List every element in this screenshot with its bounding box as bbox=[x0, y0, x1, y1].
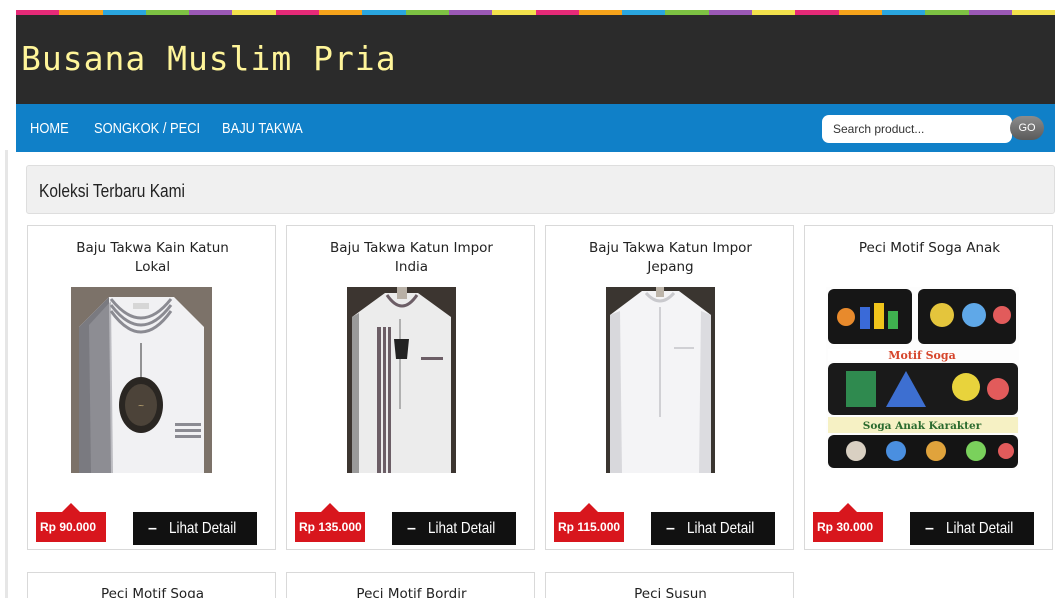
product-image-plain-koko-shirt[interactable] bbox=[606, 287, 715, 473]
lihat-detail-label: Lihat Detail bbox=[946, 520, 1014, 537]
dash-icon: – bbox=[666, 520, 675, 537]
product-name[interactable]: Baju Takwa Katun Impor India bbox=[317, 239, 506, 277]
nav-home[interactable]: HOME bbox=[30, 120, 69, 137]
product-name[interactable]: Baju Takwa Kain Katun Lokal bbox=[58, 239, 247, 277]
lihat-detail-label: Lihat Detail bbox=[687, 520, 755, 537]
product-card: Peci Motif Bordir bbox=[286, 572, 535, 598]
product-name[interactable]: Peci Motif Soga bbox=[58, 585, 247, 598]
main-navigation: HOME SONGKOK / PECI BAJU TAKWA GO bbox=[16, 104, 1055, 152]
section-title: Koleksi Terbaru Kami bbox=[39, 181, 185, 201]
lihat-detail-button[interactable]: – Lihat Detail bbox=[133, 512, 257, 545]
product-card: Peci Motif Soga bbox=[27, 572, 276, 598]
collage-caption-top: Motif Soga bbox=[888, 349, 955, 362]
gutter-divider bbox=[5, 150, 8, 598]
product-card: Peci Susun bbox=[545, 572, 794, 598]
product-card: Baju Takwa Katun Impor India Rp 135.000 … bbox=[286, 225, 535, 550]
product-image-peci-collage[interactable]: Motif Soga Soga Anak Karakter bbox=[826, 287, 1019, 470]
dash-icon: – bbox=[925, 520, 934, 537]
dash-icon: – bbox=[148, 520, 157, 537]
collage-caption-bottom: Soga Anak Karakter bbox=[863, 420, 982, 432]
price-badge: Rp 115.000 bbox=[554, 503, 624, 542]
product-card: Baju Takwa Katun Impor Jepang Rp 115.000… bbox=[545, 225, 794, 550]
lihat-detail-label: Lihat Detail bbox=[169, 520, 237, 537]
product-card: Peci Motif Soga Anak Motif Soga Soga Ana… bbox=[804, 225, 1053, 550]
product-card: Baju Takwa Kain Katun Lokal ~ Rp 90.000 … bbox=[27, 225, 276, 550]
dash-icon: – bbox=[407, 520, 416, 537]
price-badge: Rp 30.000 bbox=[813, 503, 883, 542]
product-name[interactable]: Baju Takwa Katun Impor Jepang bbox=[576, 239, 765, 277]
product-image-white-koko-shirt[interactable]: ~ bbox=[71, 287, 212, 473]
price-badge: Rp 90.000 bbox=[36, 503, 106, 542]
site-title[interactable]: Busana Muslim Pria bbox=[21, 39, 397, 78]
price-badge: Rp 135.000 bbox=[295, 503, 365, 542]
lihat-detail-label: Lihat Detail bbox=[428, 520, 496, 537]
page: Busana Muslim Pria HOME SONGKOK / PECI B… bbox=[16, 0, 1055, 598]
left-gutter bbox=[0, 0, 16, 598]
nav-songkok-peci[interactable]: SONGKOK / PECI bbox=[94, 120, 200, 137]
section-header: Koleksi Terbaru Kami bbox=[26, 165, 1055, 214]
lihat-detail-button[interactable]: – Lihat Detail bbox=[651, 512, 775, 545]
product-name[interactable]: Peci Motif Bordir bbox=[317, 585, 506, 598]
lihat-detail-button[interactable]: – Lihat Detail bbox=[910, 512, 1034, 545]
nav-baju-takwa[interactable]: BAJU TAKWA bbox=[222, 120, 303, 137]
search-go-button[interactable]: GO bbox=[1010, 116, 1044, 140]
search-input[interactable] bbox=[822, 115, 1012, 143]
site-header: Busana Muslim Pria bbox=[16, 15, 1055, 104]
svg-text:~: ~ bbox=[138, 401, 145, 410]
product-name[interactable]: Peci Susun bbox=[576, 585, 765, 598]
lihat-detail-button[interactable]: – Lihat Detail bbox=[392, 512, 516, 545]
product-image-striped-koko-shirt[interactable] bbox=[347, 287, 456, 473]
product-name[interactable]: Peci Motif Soga Anak bbox=[835, 239, 1024, 258]
